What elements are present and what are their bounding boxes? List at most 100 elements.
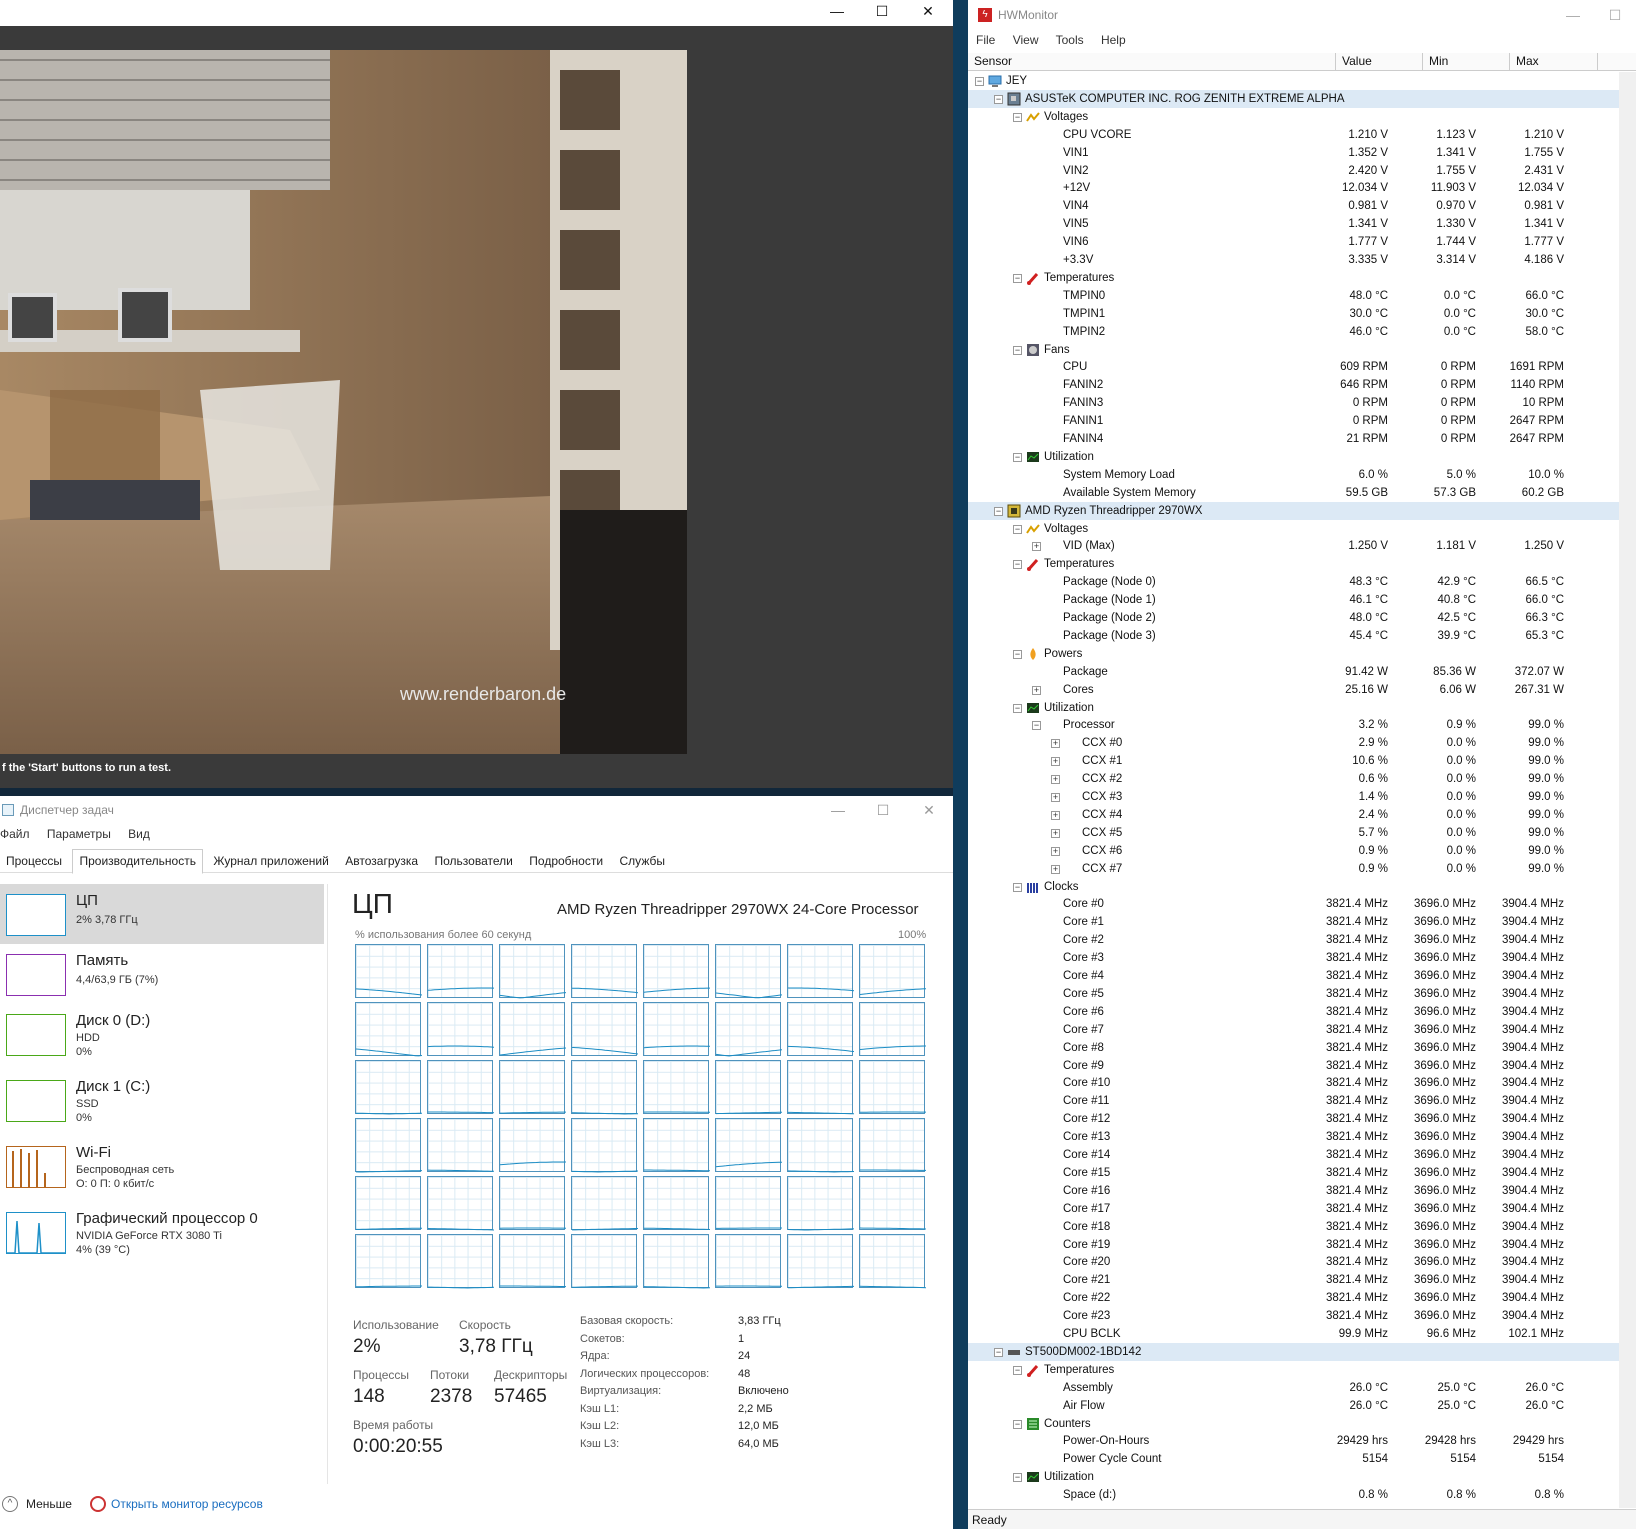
sensor-row[interactable]: Core #6 3821.4 MHz 3696.0 MHz 3904.4 MHz <box>968 1003 1636 1021</box>
vertical-scrollbar[interactable] <box>1619 72 1636 1508</box>
collapse-toggle-icon[interactable]: − <box>975 77 984 86</box>
sensor-row[interactable]: + VID (Max) 1.250 V 1.181 V 1.250 V <box>968 537 1636 555</box>
menu-help[interactable]: Help <box>1101 33 1126 47</box>
collapse-toggle-icon[interactable]: − <box>994 1347 1003 1357</box>
collapse-toggle-icon[interactable]: − <box>1013 560 1022 570</box>
sensor-row[interactable]: TMPIN1 30.0 °C 0.0 °C 30.0 °C <box>968 305 1636 323</box>
sensor-row[interactable]: Core #2 3821.4 MHz 3696.0 MHz 3904.4 MHz <box>968 931 1636 949</box>
collapse-toggle-icon[interactable]: − <box>1013 1473 1022 1483</box>
sensor-group-row[interactable]: − Fans <box>968 341 1636 359</box>
tab-users[interactable]: Пользователи <box>429 850 519 874</box>
sensor-row[interactable]: Core #0 3821.4 MHz 3696.0 MHz 3904.4 MHz <box>968 895 1636 913</box>
sensor-row[interactable]: CPU BCLK 99.9 MHz 96.6 MHz 102.1 MHz <box>968 1325 1636 1343</box>
tab-performance[interactable]: Производительность <box>72 849 203 874</box>
sensor-row[interactable]: VIN1 1.352 V 1.341 V 1.755 V <box>968 144 1636 162</box>
sensor-group-row[interactable]: − Utilization <box>968 448 1636 466</box>
sensor-row[interactable]: Core #11 3821.4 MHz 3696.0 MHz 3904.4 MHz <box>968 1092 1636 1110</box>
sensor-row[interactable]: + CCX #4 2.4 % 0.0 % 99.0 % <box>968 806 1636 824</box>
expand-toggle-icon[interactable]: + <box>1051 775 1060 785</box>
fewer-details-button[interactable]: Меньше <box>26 1497 72 1511</box>
sensor-row[interactable]: Assembly 26.0 °C 25.0 °C 26.0 °C <box>968 1379 1636 1397</box>
sensor-row[interactable]: System Memory Load 6.0 % 5.0 % 10.0 % <box>968 466 1636 484</box>
sensor-row[interactable]: Package (Node 3) 45.4 °C 39.9 °C 65.3 °C <box>968 627 1636 645</box>
maximize-button[interactable]: ☐ <box>860 0 904 22</box>
minimize-button[interactable]: — <box>816 799 860 821</box>
collapse-toggle-icon[interactable]: − <box>1013 703 1022 713</box>
maximize-button[interactable]: ☐ <box>861 799 905 821</box>
sensor-row[interactable]: +12V 12.034 V 11.903 V 12.034 V <box>968 179 1636 197</box>
expand-toggle-icon[interactable]: + <box>1032 685 1041 695</box>
sensor-row[interactable]: + CCX #2 0.6 % 0.0 % 99.0 % <box>968 770 1636 788</box>
sensor-row[interactable]: FANIN2 646 RPM 0 RPM 1140 RPM <box>968 376 1636 394</box>
sensor-row[interactable]: Core #5 3821.4 MHz 3696.0 MHz 3904.4 MHz <box>968 985 1636 1003</box>
expand-toggle-icon[interactable]: + <box>1051 846 1060 856</box>
sensor-group-row[interactable]: − AMD Ryzen Threadripper 2970WX <box>968 501 1636 520</box>
minimize-button[interactable]: — <box>815 0 859 22</box>
tab-startup[interactable]: Автозагрузка <box>339 850 424 874</box>
sensor-row[interactable]: Package (Node 0) 48.3 °C 42.9 °C 66.5 °C <box>968 573 1636 591</box>
sidebar-item-gpu[interactable]: Графический процессор 0 NVIDIA GeForce R… <box>0 1202 324 1262</box>
sidebar-item-disk0[interactable]: Диск 0 (D:) HDD 0% <box>0 1004 324 1064</box>
sensor-row[interactable]: + CCX #1 10.6 % 0.0 % 99.0 % <box>968 752 1636 770</box>
sensor-row[interactable]: Available System Memory 59.5 GB 57.3 GB 60.… <box>968 484 1636 502</box>
sensor-group-row[interactable]: − Temperatures <box>968 555 1636 573</box>
sensor-group-row[interactable]: − Powers <box>968 645 1636 663</box>
sensor-row[interactable]: Core #3 3821.4 MHz 3696.0 MHz 3904.4 MHz <box>968 949 1636 967</box>
minimize-button[interactable]: — <box>1551 4 1595 26</box>
menu-tools[interactable]: Tools <box>1056 33 1084 47</box>
collapse-toggle-icon[interactable]: − <box>1013 882 1022 892</box>
collapse-toggle-icon[interactable]: − <box>1013 1419 1022 1429</box>
sensor-row[interactable]: + CCX #5 5.7 % 0.0 % 99.0 % <box>968 824 1636 842</box>
sensor-row[interactable]: Core #10 3821.4 MHz 3696.0 MHz 3904.4 MHz <box>968 1074 1636 1092</box>
collapse-toggle-icon[interactable]: − <box>1013 273 1022 283</box>
column-max[interactable]: Max <box>1510 53 1598 71</box>
expand-toggle-icon[interactable]: + <box>1051 793 1060 802</box>
collapse-toggle-icon[interactable]: − <box>1032 721 1041 731</box>
expand-toggle-icon[interactable]: + <box>1051 828 1060 838</box>
sensor-row[interactable]: Core #19 3821.4 MHz 3696.0 MHz 3904.4 MHz <box>968 1236 1636 1254</box>
sidebar-item-disk1[interactable]: Диск 1 (C:) SSD 0% <box>0 1070 324 1130</box>
menu-view[interactable]: View <box>1013 33 1039 47</box>
sensor-row[interactable]: Power-On-Hours 29429 hrs 29428 hrs 29429 hr… <box>968 1432 1636 1450</box>
close-button[interactable]: ✕ <box>907 799 951 821</box>
collapse-toggle-icon[interactable]: − <box>994 506 1003 516</box>
sensor-group-row[interactable]: − ASUSTeK COMPUTER INC. ROG ZENITH EXTREM… <box>968 89 1636 108</box>
sensor-row[interactable]: Core #12 3821.4 MHz 3696.0 MHz 3904.4 MHz <box>968 1110 1636 1128</box>
sensor-row[interactable]: Core #15 3821.4 MHz 3696.0 MHz 3904.4 MHz <box>968 1164 1636 1182</box>
sensor-group-row[interactable]: − Utilization <box>968 699 1636 717</box>
sensor-row[interactable]: Core #9 3821.4 MHz 3696.0 MHz 3904.4 MHz <box>968 1057 1636 1075</box>
sensor-row[interactable]: +3.3V 3.335 V 3.314 V 4.186 V <box>968 251 1636 269</box>
collapse-toggle-icon[interactable]: − <box>1013 1365 1022 1375</box>
collapse-toggle-icon[interactable]: − <box>994 94 1003 104</box>
open-resource-monitor-link[interactable]: Открыть монитор ресурсов <box>111 1497 263 1511</box>
sensor-row[interactable]: Core #4 3821.4 MHz 3696.0 MHz 3904.4 MHz <box>968 967 1636 985</box>
sensor-row[interactable]: VIN2 2.420 V 1.755 V 2.431 V <box>968 162 1636 180</box>
collapse-toggle-icon[interactable]: − <box>1013 112 1022 122</box>
column-value[interactable]: Value <box>1336 53 1423 71</box>
sensor-group-row[interactable]: − Temperatures <box>968 1361 1636 1379</box>
sensor-row[interactable]: VIN5 1.341 V 1.330 V 1.341 V <box>968 215 1636 233</box>
sensor-row[interactable]: CPU VCORE 1.210 V 1.123 V 1.210 V <box>968 126 1636 144</box>
tab-services[interactable]: Службы <box>614 850 671 874</box>
sensor-row[interactable]: + CCX #3 1.4 % 0.0 % 99.0 % <box>968 788 1636 806</box>
tab-processes[interactable]: Процессы <box>0 850 68 874</box>
sensor-row[interactable]: Air Flow 26.0 °C 25.0 °C 26.0 °C <box>968 1397 1636 1415</box>
sensor-group-row[interactable]: − Voltages <box>968 108 1636 126</box>
sensor-row[interactable]: Core #21 3821.4 MHz 3696.0 MHz 3904.4 MHz <box>968 1271 1636 1289</box>
menu-file[interactable]: Файл <box>0 827 30 841</box>
sensor-row[interactable]: Package (Node 2) 48.0 °C 42.5 °C 66.3 °C <box>968 609 1636 627</box>
tab-details[interactable]: Подробности <box>523 850 609 874</box>
sensor-group-row[interactable]: − Counters <box>968 1415 1636 1433</box>
expand-toggle-icon[interactable]: + <box>1051 757 1060 767</box>
sensor-group-row[interactable]: − ST500DM002-1BD142 <box>968 1342 1636 1361</box>
sensor-row[interactable]: + CCX #7 0.9 % 0.0 % 99.0 % <box>968 860 1636 878</box>
sensor-row[interactable]: − Processor 3.2 % 0.9 % 99.0 % <box>968 716 1636 734</box>
menu-options[interactable]: Параметры <box>47 827 111 841</box>
collapse-toggle-icon[interactable]: − <box>1013 649 1022 659</box>
sensor-row[interactable]: CPU 609 RPM 0 RPM 1691 RPM <box>968 358 1636 376</box>
sensor-row[interactable]: FANIN1 0 RPM 0 RPM 2647 RPM <box>968 412 1636 430</box>
sensor-group-row[interactable]: − Temperatures <box>968 269 1636 287</box>
sensor-row[interactable]: Power Cycle Count 5154 5154 5154 <box>968 1450 1636 1468</box>
expand-toggle-icon[interactable]: + <box>1032 542 1041 552</box>
chevron-up-icon[interactable]: ^ <box>2 1496 18 1512</box>
